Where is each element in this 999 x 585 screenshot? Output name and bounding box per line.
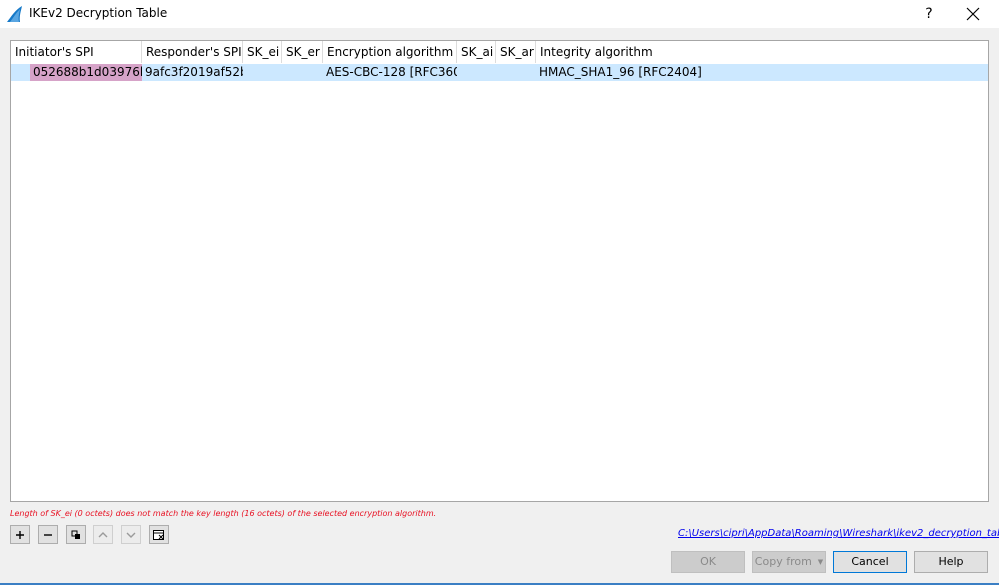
column-header-sk-ar[interactable]: SK_ar xyxy=(496,41,536,63)
copy-from-label: Copy from xyxy=(754,555,812,568)
cancel-button[interactable]: Cancel xyxy=(833,551,907,573)
copy-from-button[interactable]: Copy from ▼ xyxy=(752,551,826,573)
decryption-table[interactable]: Initiator's SPI Responder's SPI SK_ei SK… xyxy=(10,40,989,502)
close-icon[interactable] xyxy=(958,3,988,25)
column-header-sk-er[interactable]: SK_er xyxy=(282,41,323,63)
cell-sk-ei[interactable] xyxy=(243,64,282,81)
copy-icon xyxy=(71,530,80,539)
cell-sk-ar[interactable] xyxy=(496,64,536,81)
ok-button[interactable]: OK xyxy=(671,551,745,573)
column-header-sk-ai[interactable]: SK_ai xyxy=(457,41,496,63)
column-header-encryption-algorithm[interactable]: Encryption algorithm xyxy=(323,41,457,63)
minus-icon xyxy=(44,534,52,536)
help-icon[interactable]: ? xyxy=(918,3,940,25)
move-down-button[interactable] xyxy=(121,525,141,544)
help-button[interactable]: Help xyxy=(914,551,988,573)
validation-error-message: Length of SK_ei (0 octets) does not matc… xyxy=(10,509,437,518)
table-row[interactable]: 052688b1d03976b6 9afc3f2019af52b0 AES-CB… xyxy=(11,64,988,81)
cell-sk-ai[interactable] xyxy=(457,64,496,81)
move-up-button[interactable] xyxy=(93,525,113,544)
clear-entries-button[interactable] xyxy=(149,525,169,544)
remove-entry-button[interactable] xyxy=(38,525,58,544)
column-header-initiator-spi[interactable]: Initiator's SPI xyxy=(11,41,142,63)
chevron-down-icon: ▼ xyxy=(817,558,824,566)
cell-sk-er[interactable] xyxy=(282,64,323,81)
add-entry-button[interactable] xyxy=(10,525,30,544)
column-header-responder-spi[interactable]: Responder's SPI xyxy=(142,41,243,63)
clear-icon xyxy=(153,530,164,540)
cell-responder-spi[interactable]: 9afc3f2019af52b0 xyxy=(142,64,243,81)
copy-entry-button[interactable] xyxy=(66,525,86,544)
cell-integrity-algorithm[interactable]: HMAC_SHA1_96 [RFC2404] xyxy=(536,64,988,81)
plus-icon xyxy=(16,531,24,539)
column-header-integrity-algorithm[interactable]: Integrity algorithm xyxy=(536,41,988,63)
cell-encryption-algorithm[interactable]: AES-CBC-128 [RFC3602] xyxy=(323,64,457,81)
title-bar: IKEv2 Decryption Table ? xyxy=(0,0,999,28)
cell-initiator-spi[interactable]: 052688b1d03976b6 xyxy=(30,64,142,81)
table-header: Initiator's SPI Responder's SPI SK_ei SK… xyxy=(11,41,988,63)
column-header-sk-ei[interactable]: SK_ei xyxy=(243,41,282,63)
wireshark-fin-icon xyxy=(6,5,24,23)
window-title: IKEv2 Decryption Table xyxy=(29,6,168,20)
arrow-down-icon xyxy=(126,532,136,538)
arrow-up-icon xyxy=(98,532,108,538)
file-path-link[interactable]: C:\Users\cipri\AppData\Roaming\Wireshark… xyxy=(678,528,999,539)
